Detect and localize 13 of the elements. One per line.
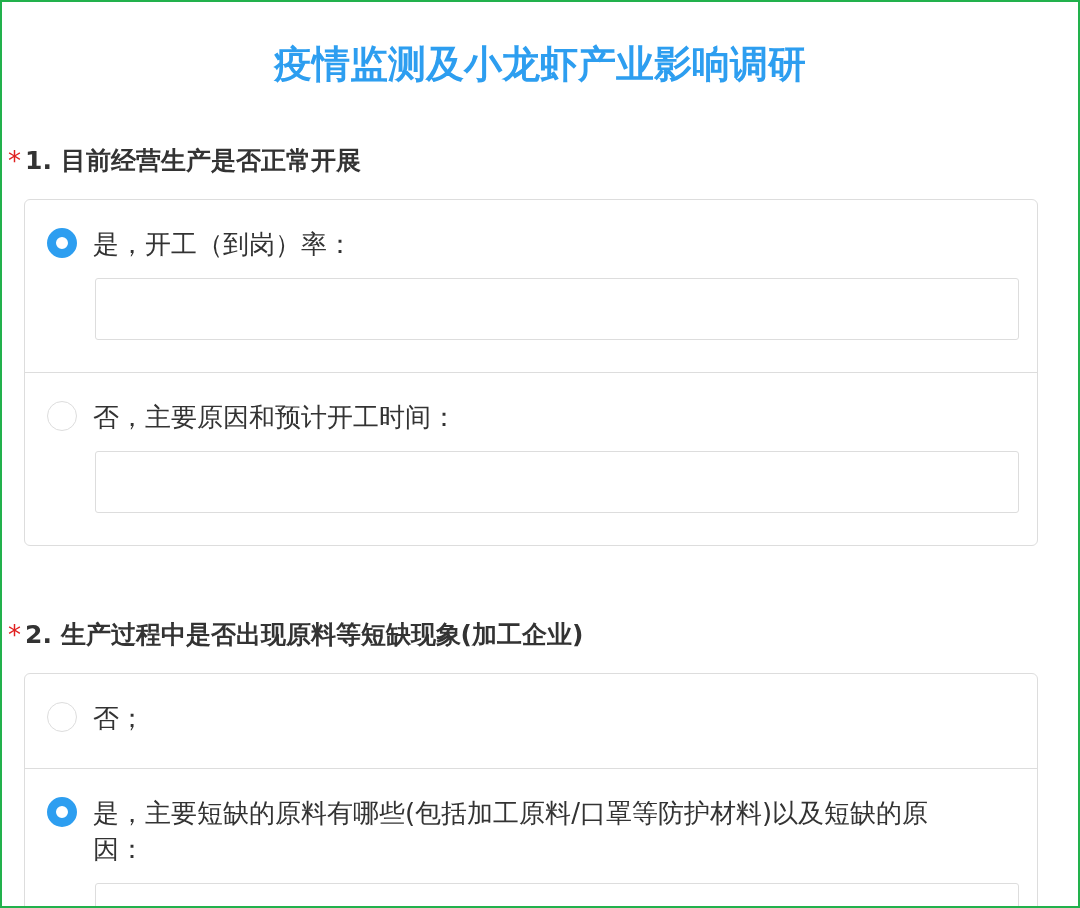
radio-button[interactable] xyxy=(47,228,77,258)
option-label[interactable]: 是，开工（到岗）率： xyxy=(93,226,353,262)
input-field[interactable] xyxy=(95,451,1019,513)
required-asterisk: * xyxy=(8,619,21,650)
option-label[interactable]: 否； xyxy=(93,700,145,736)
option-label[interactable]: 是，主要短缺的原料有哪些(包括加工原料/口罩等防护材料)以及短缺的原因： xyxy=(93,795,973,867)
survey-title: 疫情监测及小龙虾产业影响调研 xyxy=(273,41,807,88)
question-title: 1. 目前经营生产是否正常开展 xyxy=(25,145,361,177)
radio-button[interactable] xyxy=(47,797,77,827)
option-label[interactable]: 否，主要原因和预计开工时间： xyxy=(93,399,457,435)
required-asterisk: * xyxy=(8,145,21,176)
input-field[interactable] xyxy=(95,278,1019,340)
question-title: 2. 生产过程中是否出现原料等短缺现象(加工企业) xyxy=(25,619,584,651)
